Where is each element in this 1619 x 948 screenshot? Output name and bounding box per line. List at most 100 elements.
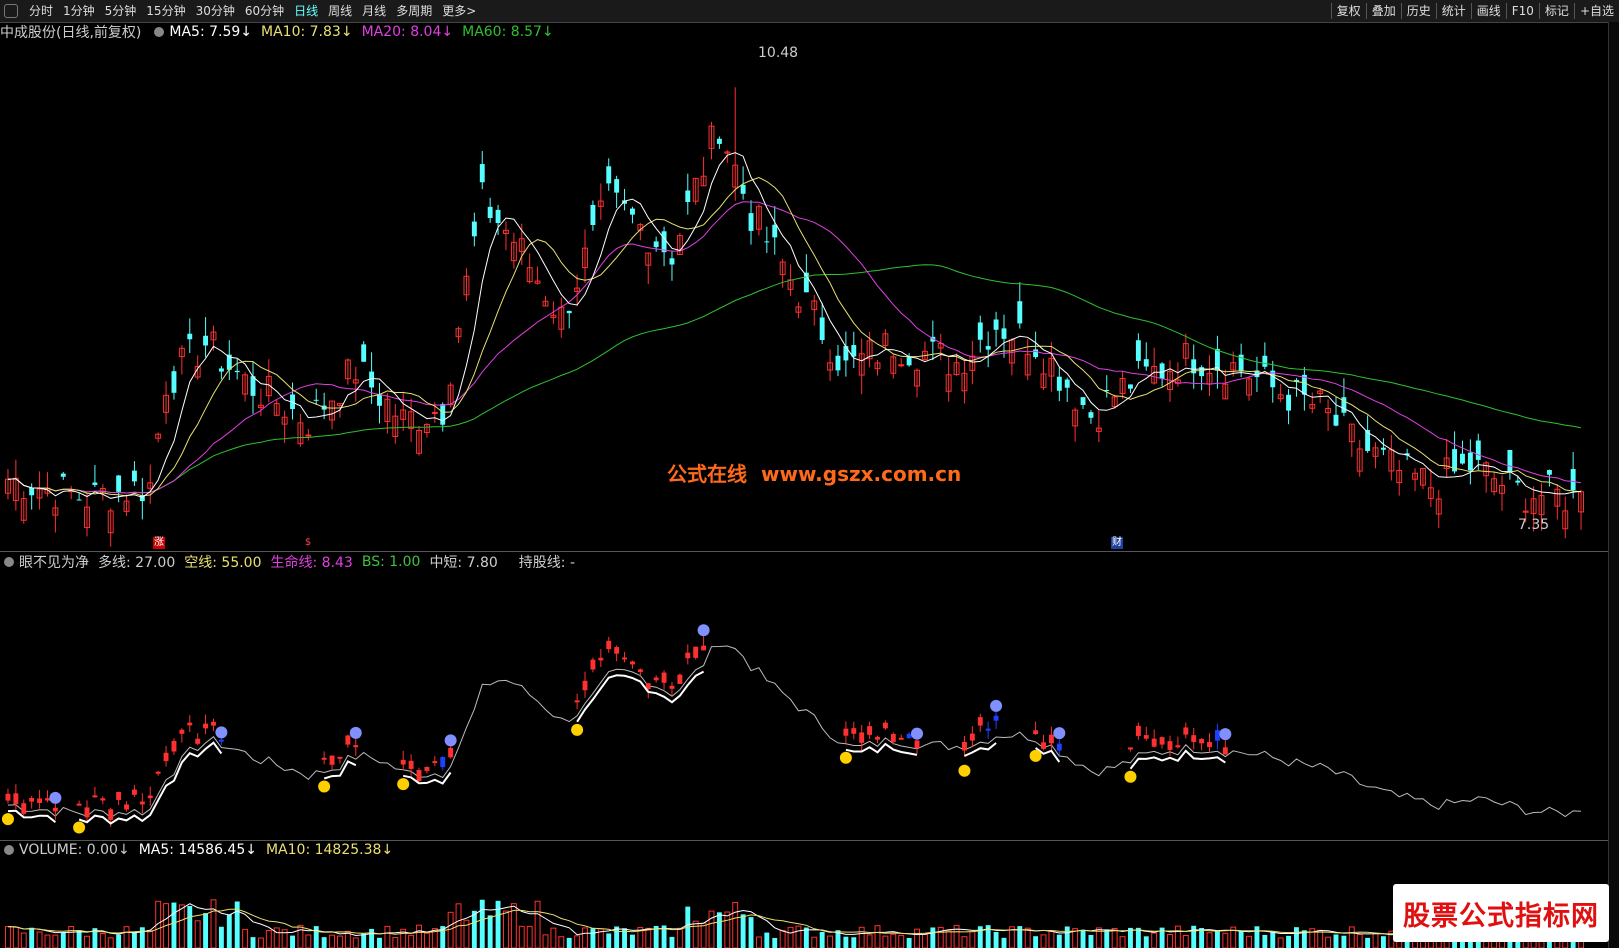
- period-tab-3[interactable]: 15分钟: [141, 0, 190, 22]
- volume-bar: [1199, 928, 1205, 948]
- candle-body: [361, 344, 367, 362]
- marker-zhang[interactable]: 涨: [153, 537, 165, 549]
- candle-body: [187, 333, 193, 340]
- volume-bar: [1214, 930, 1220, 948]
- tool-button-3[interactable]: 统计: [1437, 0, 1471, 22]
- hold-line: [7, 645, 1582, 819]
- candle-body: [234, 370, 240, 373]
- signal-bar: [1056, 743, 1062, 751]
- period-tab-9[interactable]: 多周期: [391, 0, 437, 22]
- volume-bar: [1040, 934, 1047, 948]
- marker-dollar[interactable]: $: [302, 537, 314, 549]
- volume-bar: [313, 926, 319, 948]
- candle-body: [131, 470, 137, 482]
- tool-button-4[interactable]: 画线: [1472, 0, 1506, 22]
- tool-button-0[interactable]: 复权: [1332, 0, 1366, 22]
- candle-body: [1460, 453, 1465, 464]
- volume-bar: [471, 910, 477, 948]
- candle-body: [590, 204, 596, 225]
- volume-bar: [116, 934, 122, 948]
- volume-bar: [930, 927, 936, 948]
- candle-body: [906, 356, 912, 366]
- signal-bar: [1048, 734, 1054, 744]
- volume-bar: [203, 913, 209, 948]
- volume-bar: [329, 934, 336, 948]
- volume-bar: [1348, 926, 1355, 948]
- signal-bar: [353, 745, 359, 748]
- period-tab-7[interactable]: 周线: [323, 0, 357, 22]
- volume-bar: [52, 934, 59, 948]
- period-tab-1[interactable]: 1分钟: [58, 0, 100, 22]
- sell-face-icon: [349, 726, 362, 739]
- candle-body: [1001, 328, 1007, 339]
- volume-bar: [574, 935, 581, 948]
- signal-bar: [416, 769, 422, 782]
- candle-body: [29, 487, 35, 496]
- period-tab-5[interactable]: 60分钟: [240, 0, 289, 22]
- volume-bar: [5, 926, 11, 948]
- hold-segment: [78, 741, 223, 825]
- signal-bar: [985, 728, 991, 731]
- signal-bar: [76, 803, 82, 806]
- period-tab-10[interactable]: 更多>: [437, 0, 481, 22]
- volume-bar: [408, 934, 415, 948]
- sell-face-icon: [697, 624, 710, 637]
- candle-body: [1064, 379, 1070, 388]
- candle-body: [566, 310, 572, 314]
- candle-body: [471, 221, 477, 237]
- candle-body: [1128, 384, 1133, 389]
- signal-bar: [100, 798, 106, 801]
- candle-body: [898, 364, 905, 367]
- watermark: 公式在线 www.gszx.com.cn: [667, 458, 975, 487]
- tool-button-2[interactable]: 历史: [1402, 0, 1436, 22]
- volume-bar: [1333, 934, 1339, 948]
- signal-bar: [400, 759, 406, 765]
- signal-bar: [1175, 745, 1181, 748]
- volume-bar: [1238, 931, 1244, 948]
- volume-bar: [819, 931, 825, 948]
- period-tab-0[interactable]: 分时: [24, 0, 58, 22]
- signal-bar: [45, 798, 50, 801]
- signal-bar: [29, 798, 35, 802]
- volume-bar: [1174, 925, 1181, 948]
- signal-bar: [321, 757, 327, 760]
- signal-bar: [448, 747, 454, 758]
- volume-bar: [99, 933, 106, 948]
- volume-bar: [423, 932, 430, 948]
- volume-bar: [1365, 937, 1371, 948]
- buy-smiley-icon: [958, 764, 971, 777]
- candle-body: [440, 404, 446, 425]
- signal-bar: [108, 809, 114, 820]
- volume-bar: [1277, 937, 1284, 948]
- period-tab-8[interactable]: 月线: [357, 0, 391, 22]
- signal-bar: [424, 766, 430, 771]
- volume-bar: [866, 934, 873, 948]
- volume-bar: [337, 935, 343, 948]
- right-price-scale[interactable]: [1608, 22, 1619, 948]
- volume-bar: [384, 925, 391, 948]
- tool-button-1[interactable]: 叠加: [1367, 0, 1401, 22]
- volume-bar: [708, 910, 715, 948]
- volume-bar: [1001, 937, 1007, 948]
- candle-body: [1467, 452, 1473, 471]
- period-tab-2[interactable]: 5分钟: [100, 0, 142, 22]
- tool-button-6[interactable]: 标记: [1540, 0, 1574, 22]
- volume-bar: [961, 936, 968, 948]
- ma5-line: [7, 152, 1582, 499]
- signal-bar: [163, 752, 169, 762]
- period-tab-4[interactable]: 30分钟: [191, 0, 240, 22]
- candle-body: [1475, 440, 1481, 460]
- candle-body: [1080, 397, 1086, 406]
- signal-bar: [345, 735, 351, 745]
- tool-button-5[interactable]: F10: [1507, 0, 1539, 22]
- period-tab-6[interactable]: 日线: [289, 0, 323, 22]
- tool-button-7[interactable]: +自选: [1575, 0, 1619, 22]
- watermark-url: www.gszx.com.cn: [761, 462, 962, 486]
- signal-bar: [1128, 747, 1133, 750]
- signal-bar: [408, 760, 414, 769]
- candle-body: [1515, 480, 1521, 483]
- marker-cai[interactable]: 财: [1111, 537, 1123, 549]
- menu-icon[interactable]: [4, 4, 18, 18]
- buy-smiley-icon: [1124, 770, 1137, 783]
- candle-body: [218, 368, 224, 372]
